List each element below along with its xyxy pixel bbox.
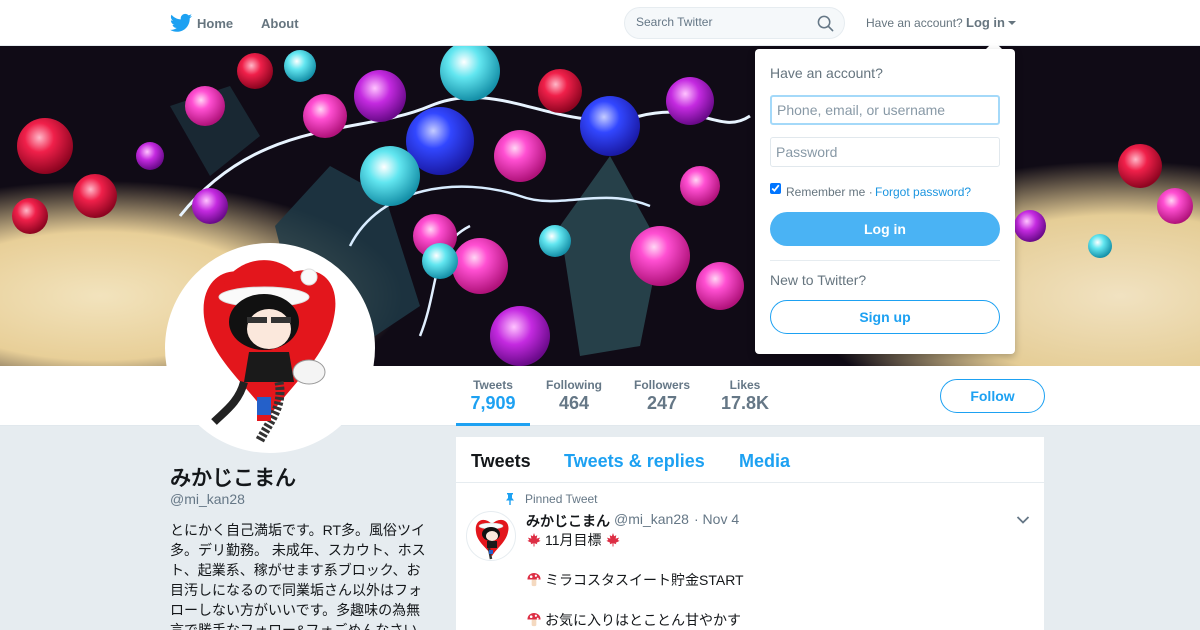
maple-leaf-icon	[527, 532, 541, 547]
stat-value: 7,909	[470, 393, 516, 413]
stat-value: 17.8K	[720, 393, 770, 413]
profile-handle[interactable]: @mi_kan28	[170, 491, 245, 507]
search-icon[interactable]	[817, 15, 834, 32]
search-input[interactable]	[636, 15, 806, 29]
maple-leaf-icon	[605, 532, 620, 547]
pinned-tweet-label: Pinned Tweet	[525, 492, 598, 506]
stat-value: 464	[558, 393, 590, 413]
tweet-text-line: 11月目標	[526, 530, 624, 550]
tweet-line-text: お気に入りはとことん甘やかす	[545, 612, 741, 628]
login-dropdown: Have an account? Remember me · Forgot pa…	[755, 49, 1015, 354]
tab-tweets-and-replies[interactable]: Tweets & replies	[564, 451, 705, 472]
stat-label: Tweets	[473, 378, 513, 392]
active-stat-underline	[456, 423, 530, 426]
tab-tweets[interactable]: Tweets	[471, 451, 531, 472]
pin-icon	[506, 493, 514, 505]
username-field[interactable]	[770, 95, 1000, 125]
tweet-text-line: お気に入りはとことん甘やかす	[526, 610, 741, 630]
follow-button[interactable]: Follow	[940, 379, 1045, 413]
have-account-text: Have an account?	[866, 16, 963, 30]
chevron-down-icon[interactable]	[1016, 515, 1030, 525]
top-navigation: Home About Have an account? Log in	[0, 0, 1200, 46]
tweet-line-text: 11月目標	[545, 532, 602, 548]
stat-likes[interactable]: Likes 17.8K	[710, 378, 780, 414]
stat-label: Following	[546, 378, 602, 392]
profile-avatar[interactable]	[165, 243, 375, 453]
tweet-avatar[interactable]	[466, 511, 516, 561]
stat-tweets[interactable]: Tweets 7,909	[456, 378, 530, 414]
login-link[interactable]: Log in	[966, 15, 1005, 30]
stat-label: Likes	[729, 378, 761, 392]
forgot-password-link[interactable]: Forgot password?	[875, 185, 971, 199]
profile-bio: とにかく自己満垢です。RT多。風俗ツイ多。デリ勤務。 未成年、スカウト、ホスト、…	[170, 522, 426, 630]
search-box	[624, 7, 845, 39]
nav-home-link[interactable]: Home	[197, 16, 233, 31]
timeline-tabs: Tweets Tweets & replies Media	[456, 437, 1044, 483]
mushroom-icon	[527, 612, 541, 627]
tweet-author-name[interactable]: みかじこまん	[526, 511, 610, 531]
tab-media[interactable]: Media	[739, 451, 790, 472]
stat-label: Followers	[633, 378, 690, 392]
profile-display-name[interactable]: みかじこまん	[170, 462, 296, 492]
signup-button[interactable]: Sign up	[770, 300, 1000, 334]
mushroom-icon	[527, 572, 541, 587]
tweet-author-handle[interactable]: @mi_kan28	[614, 511, 689, 527]
stat-value: 247	[646, 393, 678, 413]
stat-followers[interactable]: Followers 247	[626, 378, 698, 414]
remember-me-label[interactable]: Remember me ·	[786, 185, 873, 199]
tweet-line-text: ミラコスタスイート貯金START	[545, 572, 744, 588]
divider	[770, 260, 1000, 261]
stat-following[interactable]: Following 464	[538, 378, 610, 414]
twitter-bird-icon[interactable]	[170, 13, 192, 33]
new-to-twitter-label: New to Twitter?	[770, 272, 867, 288]
login-button[interactable]: Log in	[770, 212, 1000, 246]
timeline: Tweets Tweets & replies Media Pinned Twe…	[456, 437, 1044, 630]
remember-me-checkbox[interactable]	[770, 183, 781, 194]
nav-about-link[interactable]: About	[261, 16, 299, 31]
caret-down-icon[interactable]	[1008, 21, 1016, 25]
password-field[interactable]	[770, 137, 1000, 167]
tweet-date[interactable]: · Nov 4	[694, 511, 739, 527]
dropdown-heading: Have an account?	[770, 65, 883, 81]
tweet-text-line: ミラコスタスイート貯金START	[526, 570, 744, 590]
